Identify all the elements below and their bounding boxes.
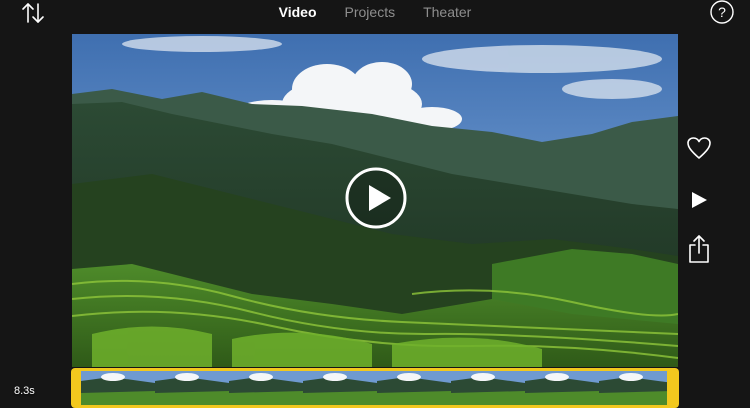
tab-theater[interactable]: Theater (423, 0, 471, 26)
sort-button[interactable] (20, 0, 46, 26)
tab-video[interactable]: Video (279, 0, 317, 26)
heart-icon (687, 137, 711, 159)
help-button[interactable]: ? (710, 0, 734, 24)
tab-bar: Video Projects Theater (0, 0, 750, 26)
tab-projects[interactable]: Projects (345, 0, 396, 26)
play-icon (692, 192, 707, 208)
favorite-button[interactable] (684, 133, 714, 163)
help-label: ? (718, 4, 726, 20)
sort-arrows-icon (22, 3, 44, 23)
help-icon: ? (710, 0, 734, 24)
play-overlay-button[interactable] (344, 166, 408, 230)
clip-timeline[interactable] (71, 368, 679, 408)
share-icon (689, 235, 709, 263)
top-bar: Video Projects Theater ? (0, 0, 750, 30)
play-icon (345, 167, 407, 229)
share-button[interactable] (684, 234, 714, 264)
video-preview[interactable] (72, 34, 678, 367)
play-button[interactable] (684, 185, 714, 215)
clip-duration: 8.3s (14, 385, 35, 397)
